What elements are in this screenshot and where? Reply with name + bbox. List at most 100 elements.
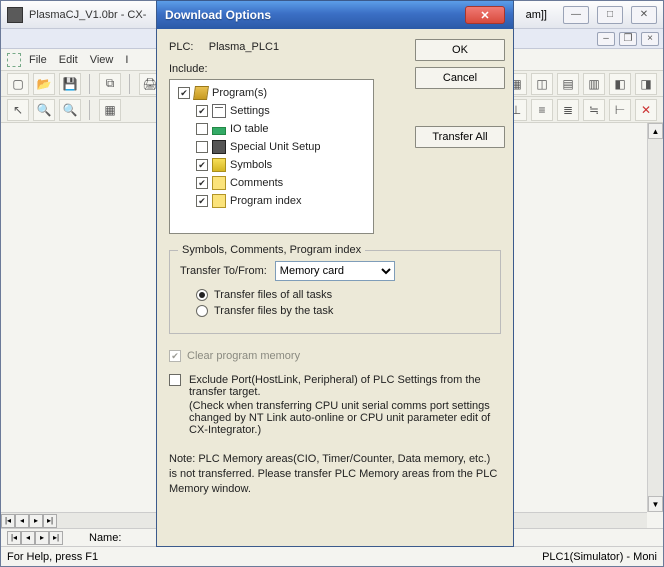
- tool-f-icon[interactable]: ◨: [635, 73, 657, 95]
- tree-label: Program(s): [212, 87, 267, 99]
- tree-item-comments[interactable]: ✔ Comments: [174, 174, 369, 192]
- tab-last-icon[interactable]: ▸|: [43, 514, 57, 528]
- tree-item-special-unit[interactable]: Special Unit Setup: [174, 138, 369, 156]
- checkbox-program-index[interactable]: ✔: [196, 195, 208, 207]
- checkbox-programs[interactable]: ✔: [178, 87, 190, 99]
- status-bar: For Help, press F1 PLC1(Simulator) - Mon…: [1, 546, 663, 566]
- tool-b-icon[interactable]: ◫: [531, 73, 553, 95]
- plc-label: PLC:: [169, 41, 193, 53]
- cancel-button[interactable]: Cancel: [415, 67, 505, 89]
- transfer-group: Symbols, Comments, Program index Transfe…: [169, 250, 501, 334]
- menu-edit[interactable]: Edit: [55, 54, 82, 66]
- radio-all-icon[interactable]: [196, 289, 208, 301]
- tool-d-icon[interactable]: ▥: [583, 73, 605, 95]
- mdi-close-icon[interactable]: ×: [641, 32, 659, 46]
- settings-icon: [212, 104, 226, 118]
- tool-e-icon[interactable]: ◧: [609, 73, 631, 95]
- tree-label: Settings: [230, 105, 270, 117]
- transfer-label: Transfer To/From:: [180, 265, 267, 277]
- checkbox-special-unit[interactable]: [196, 141, 208, 153]
- main-title-right: am]]: [526, 9, 547, 21]
- checkbox-io-table[interactable]: [196, 123, 208, 135]
- align-b-icon[interactable]: ≡: [531, 99, 553, 121]
- checkbox-clear-memory: ✔: [169, 350, 181, 362]
- note-text: Note: PLC Memory areas(CIO, Timer/Counte…: [169, 452, 501, 497]
- mdi-minimize-icon[interactable]: –: [597, 32, 615, 46]
- zoom-out-icon[interactable]: 🔍: [59, 99, 81, 121]
- insert-icon[interactable]: [7, 53, 21, 67]
- tree-item-symbols[interactable]: ✔ Symbols: [174, 156, 369, 174]
- menu-insert[interactable]: I: [121, 54, 132, 66]
- exclude-line1: Exclude Port(HostLink, Peripheral) of PL…: [189, 374, 501, 398]
- tabA-first-icon[interactable]: |◂: [7, 531, 21, 545]
- mdi-restore-icon[interactable]: ❐: [619, 32, 637, 46]
- grid-icon[interactable]: ▦: [99, 99, 121, 121]
- menu-view[interactable]: View: [86, 54, 118, 66]
- close-button[interactable]: ✕: [631, 6, 657, 24]
- save-icon[interactable]: 💾: [59, 73, 81, 95]
- symbols-icon: [212, 158, 226, 172]
- copy-icon[interactable]: ⧉: [99, 73, 121, 95]
- tabA-prev-icon[interactable]: ◂: [21, 531, 35, 545]
- scroll-down-icon[interactable]: ▼: [648, 496, 663, 512]
- open-icon[interactable]: 📂: [33, 73, 55, 95]
- tree-item-programs[interactable]: ✔ Program(s): [174, 84, 369, 102]
- tree-label: Symbols: [230, 159, 272, 171]
- ok-button[interactable]: OK: [415, 39, 505, 61]
- include-tree: ✔ Program(s) ✔ Settings IO table Special…: [169, 79, 374, 234]
- tree-label: Program index: [230, 195, 302, 207]
- menu-file[interactable]: File: [25, 54, 51, 66]
- align-c-icon[interactable]: ≣: [557, 99, 579, 121]
- tool-c-icon[interactable]: ▤: [557, 73, 579, 95]
- tabA-last-icon[interactable]: ▸|: [49, 531, 63, 545]
- minimize-button[interactable]: —: [563, 6, 589, 24]
- tree-item-io-table[interactable]: IO table: [174, 120, 369, 138]
- align-e-icon[interactable]: ⊢: [609, 99, 631, 121]
- special-unit-icon: [212, 140, 226, 154]
- tab-next-icon[interactable]: ▸: [29, 514, 43, 528]
- exclude-line2: (Check when transferring CPU unit serial…: [189, 400, 501, 436]
- checkbox-symbols[interactable]: ✔: [196, 159, 208, 171]
- dialog-body: OK Cancel Transfer All PLC: Plasma_PLC1 …: [157, 29, 513, 546]
- radio-by-label: Transfer files by the task: [214, 305, 333, 317]
- tabA-next-icon[interactable]: ▸: [35, 531, 49, 545]
- plc-value: Plasma_PLC1: [209, 41, 279, 53]
- radio-by-icon[interactable]: [196, 305, 208, 317]
- scroll-up-icon[interactable]: ▲: [648, 123, 663, 139]
- status-help: For Help, press F1: [7, 551, 98, 563]
- name-label: Name:: [89, 532, 121, 544]
- checkbox-comments[interactable]: ✔: [196, 177, 208, 189]
- clear-memory-label: Clear program memory: [187, 350, 300, 362]
- clear-memory-row: ✔ Clear program memory: [169, 350, 501, 362]
- dialog-titlebar: Download Options ✕: [157, 1, 513, 29]
- programs-icon: [193, 86, 209, 100]
- dialog-title: Download Options: [165, 8, 459, 22]
- cursor-icon[interactable]: ↖: [7, 99, 29, 121]
- status-right: PLC1(Simulator) - Moni: [542, 551, 657, 563]
- radio-by-task[interactable]: Transfer files by the task: [196, 305, 490, 317]
- app-icon: [7, 7, 23, 23]
- zoom-in-icon[interactable]: 🔍: [33, 99, 55, 121]
- comments-icon: [212, 176, 226, 190]
- tab-first-icon[interactable]: |◂: [1, 514, 15, 528]
- checkbox-settings[interactable]: ✔: [196, 105, 208, 117]
- radio-all-label: Transfer files of all tasks: [214, 289, 332, 301]
- dialog-close-button[interactable]: ✕: [465, 6, 505, 24]
- radio-all-tasks[interactable]: Transfer files of all tasks: [196, 289, 490, 301]
- download-options-dialog: Download Options ✕ OK Cancel Transfer Al…: [156, 0, 514, 547]
- transfer-select[interactable]: Memory card: [275, 261, 395, 281]
- program-index-icon: [212, 194, 226, 208]
- new-icon[interactable]: ▢: [7, 73, 29, 95]
- vertical-scrollbar[interactable]: ▲ ▼: [647, 123, 663, 512]
- checkbox-exclude-port[interactable]: [169, 374, 181, 386]
- delete-icon[interactable]: ✕: [635, 99, 657, 121]
- tree-label: Comments: [230, 177, 283, 189]
- maximize-button[interactable]: □: [597, 6, 623, 24]
- transfer-all-button[interactable]: Transfer All: [415, 126, 505, 148]
- tree-item-settings[interactable]: ✔ Settings: [174, 102, 369, 120]
- tab-prev-icon[interactable]: ◂: [15, 514, 29, 528]
- align-d-icon[interactable]: ≒: [583, 99, 605, 121]
- tree-item-program-index[interactable]: ✔ Program index: [174, 192, 369, 210]
- exclude-port-row: Exclude Port(HostLink, Peripheral) of PL…: [169, 374, 501, 436]
- group-legend: Symbols, Comments, Program index: [178, 244, 365, 256]
